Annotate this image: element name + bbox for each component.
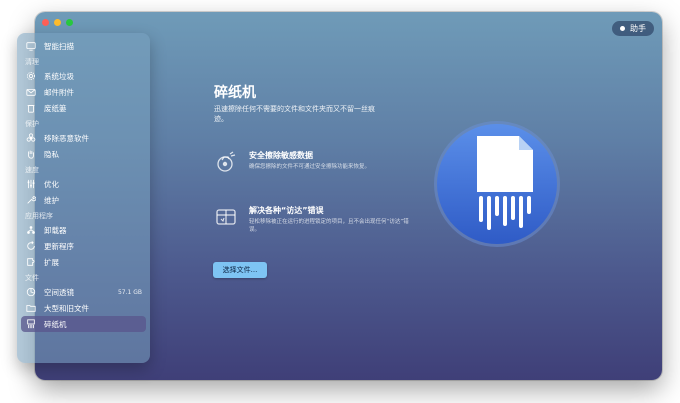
minimize-window-button[interactable] [54,19,61,26]
sidebar-item-label: 邮件附件 [44,87,74,97]
update-icon [25,240,37,252]
monitor-icon [25,40,37,52]
sidebar-section-label: 文件 [25,274,39,282]
sidebar-item-label: 碎纸机 [44,319,67,329]
sidebar-item[interactable]: 系统垃圾 [21,68,146,84]
sidebar-item[interactable]: 优化 [21,176,146,192]
sidebar-item[interactable]: 卸载器 [21,222,146,238]
page-title: 碎纸机 [214,85,256,101]
sidebar: 智能扫描 清理 系统垃圾邮件附件废纸篓 保护 移除恶意软件 隐私 速度 优化维护应用程序卸载器… [17,33,150,363]
shredder-hero-icon [433,100,561,268]
close-window-button[interactable] [42,19,49,26]
sidebar-item[interactable]: 维护 [21,192,146,208]
sidebar-item[interactable]: 大型和旧文件 [21,300,146,316]
sidebar-item-label: 废纸篓 [44,103,67,113]
sidebar-item-label: 隐私 [44,149,59,159]
page-description: 迅速擦除任何不需要的文件和文件夹而又不留一丝痕迹。 [214,105,375,123]
secure-erase-icon [214,150,238,174]
sidebar-item-label: 卸载器 [44,225,67,235]
fix-errors-icon [214,205,238,229]
sidebar-item[interactable]: 碎纸机 [21,316,146,332]
biohazard-icon [25,132,37,144]
feature-secure-erase: 安全擦除敏感数据 确保您擦除的文件不可通过安全擦除功能来恢复。 [214,150,409,174]
assistant-label: 助手 [630,24,646,33]
sidebar-section-label: 速度 [25,166,39,174]
uninstaller-icon [25,224,37,236]
choose-files-button[interactable]: 选择文件... [213,262,267,278]
feature-title: 安全擦除敏感数据 [249,151,313,160]
sidebar-section-label: 保护 [25,120,39,128]
sidebar-section-label: 应用程序 [25,212,53,220]
sidebar-item-label: 智能扫描 [44,41,74,51]
sidebar-item[interactable]: 废纸篓 [21,100,146,116]
extension-icon [25,256,37,268]
sidebar-item[interactable]: 空间透镜 57.1 GB [21,284,146,300]
sidebar-item-label: 扩展 [44,257,59,267]
sidebar-section-label: 清理 [25,58,39,66]
sidebar-item[interactable]: 隐私 [21,146,146,162]
feature-fix-errors: 解决各种“访达”错误 轻松移除被正在运行的进程锁定的项目，且不会出现任何“访达”… [214,205,409,234]
sidebar-item[interactable]: 扩展 [21,254,146,270]
gear-icon [25,70,37,82]
sliders-icon [25,178,37,190]
assistant-dot-icon [620,26,625,31]
feature-description: 确保您擦除的文件不可通过安全擦除功能来恢复。 [249,164,371,170]
sidebar-item-label: 更新程序 [44,241,74,251]
wrench-icon [25,194,37,206]
sidebar-item-size: 57.1 GB [117,288,142,296]
assistant-button[interactable]: 助手 [612,21,654,36]
sidebar-item[interactable]: 邮件附件 [21,84,146,100]
feature-title: 解决各种“访达”错误 [249,206,324,215]
sidebar-item-label: 系统垃圾 [44,71,74,81]
sidebar-item[interactable]: 智能扫描 [21,38,146,54]
sidebar-item[interactable]: 更新程序 [21,238,146,254]
trash-icon [25,102,37,114]
shredder-icon [25,318,37,330]
sidebar-item-label: 维护 [44,195,59,205]
zoom-window-button[interactable] [66,19,73,26]
sidebar-item-label: 大型和旧文件 [44,303,89,313]
folder-icon [25,302,37,314]
sidebar-item-label: 移除恶意软件 [44,133,89,143]
mail-icon [25,86,37,98]
sidebar-item-label: 优化 [44,179,59,189]
sidebar-item-label: 空间透镜 [44,287,74,297]
lens-icon [25,286,37,298]
main-content: 碎纸机 迅速擦除任何不需要的文件和文件夹而又不留一丝痕迹。 [214,82,414,124]
hand-icon [25,148,37,160]
feature-description: 轻松移除被正在运行的进程锁定的项目，且不会出现任何“访达”错误。 [249,219,409,233]
sidebar-item[interactable]: 移除恶意软件 [21,130,146,146]
window-controls [42,19,73,26]
